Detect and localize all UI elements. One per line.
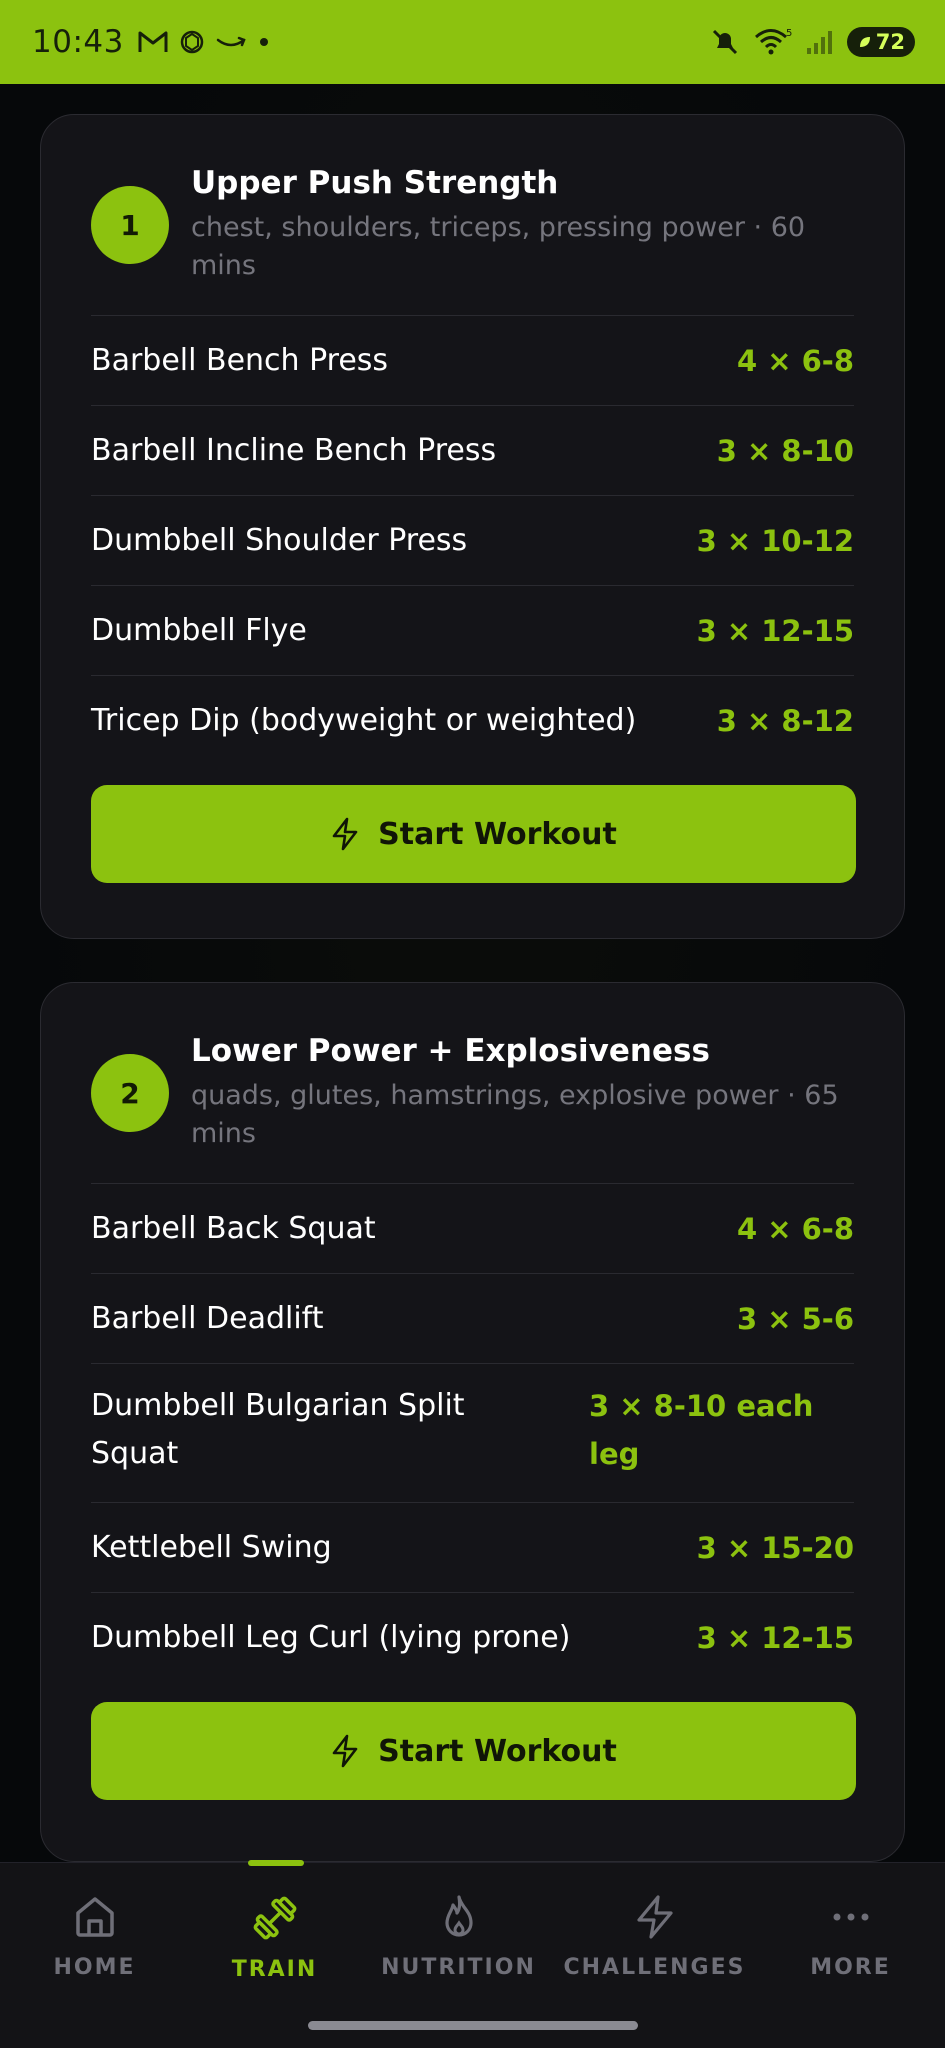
battery-level: 72: [875, 30, 905, 54]
exercise-name: Barbell Bench Press: [91, 342, 389, 378]
nav-item-challenges[interactable]: CHALLENGES: [560, 1863, 749, 2013]
exercise-row[interactable]: Dumbbell Bulgarian Split Squat 3 × 8-10 …: [91, 1363, 854, 1502]
home-icon: [75, 1897, 114, 1937]
more-icon: [833, 1913, 868, 1921]
exercise-sets: 3 × 8-10 each leg: [589, 1389, 814, 1471]
nav-item-train[interactable]: TRAIN: [180, 1863, 369, 2013]
workout-title: Lower Power + Explosiveness: [191, 1033, 710, 1069]
lightning-icon: [332, 817, 358, 851]
nav-item-home[interactable]: HOME: [0, 1863, 189, 2013]
exercise-row[interactable]: Barbell Deadlift 3 × 5-6: [91, 1273, 854, 1363]
exercise-sets: 3 × 8-10: [716, 433, 854, 468]
start-workout-label: Start Workout: [378, 816, 617, 852]
status-left: 10:43: [32, 24, 272, 60]
active-tab-indicator: [248, 1860, 304, 1866]
day-number-badge: 1: [91, 186, 169, 264]
exercise-row[interactable]: Dumbbell Leg Curl (lying prone) 3 × 12-1…: [91, 1592, 854, 1682]
battery-saver-icon: [859, 37, 870, 47]
exercise-row[interactable]: Barbell Bench Press 4 × 6-8: [91, 315, 854, 405]
nav-label-train: TRAIN: [231, 1957, 318, 1982]
status-right: 5 72: [709, 26, 915, 58]
exercise-sets: 3 × 10-12: [696, 523, 854, 558]
workout-header: 1 Upper Push Strength chest, shoulders, …: [91, 115, 854, 315]
start-workout-label: Start Workout: [378, 1733, 617, 1769]
workout-titles: Upper Push Strength chest, shoulders, tr…: [191, 165, 854, 285]
exercise-name: Kettlebell Swing: [91, 1529, 332, 1565]
exercise-sets: 3 × 8-12: [716, 703, 854, 738]
exercise-row[interactable]: Dumbbell Shoulder Press 3 × 10-12: [91, 495, 854, 585]
nav-label-more: MORE: [810, 1955, 891, 1980]
exercise-row[interactable]: Dumbbell Flye 3 × 12-15: [91, 585, 854, 675]
nav-label-nutrition: NUTRITION: [381, 1955, 536, 1980]
amazon-icon: [216, 36, 246, 47]
flame-icon: [444, 1895, 473, 1937]
exercise-name: Tricep Dip (bodyweight or weighted): [91, 702, 637, 738]
notification-icons: [138, 28, 272, 56]
workout-card: 1 Upper Push Strength chest, shoulders, …: [40, 114, 905, 939]
exercise-name: Barbell Deadlift: [91, 1300, 324, 1336]
status-time: 10:43: [32, 24, 124, 60]
exercise-row[interactable]: Barbell Incline Bench Press 3 × 8-10: [91, 405, 854, 495]
exercise-name: Dumbbell Flye: [91, 612, 307, 648]
lightning-icon: [332, 1734, 358, 1768]
start-workout-button[interactable]: Start Workout: [91, 785, 856, 883]
status-bar: 10:43 5 72: [0, 0, 945, 84]
battery-indicator: 72: [846, 27, 915, 57]
exercise-sets: 3 × 12-15: [696, 1620, 854, 1655]
nav-label-home: HOME: [53, 1955, 136, 1980]
workout-subtitle: chest, shoulders, triceps, pressing powe…: [191, 212, 806, 281]
svg-text:5: 5: [786, 28, 792, 39]
exercise-row[interactable]: Barbell Back Squat 4 × 6-8: [91, 1183, 854, 1273]
nav-item-more[interactable]: MORE: [756, 1863, 945, 2013]
exercise-name: Dumbbell Shoulder Press: [91, 522, 468, 558]
exercise-row[interactable]: Kettlebell Swing 3 × 15-20: [91, 1502, 854, 1592]
exercise-name: Barbell Incline Bench Press: [91, 432, 497, 468]
workout-titles: Lower Power + Explosiveness quads, glute…: [191, 1033, 854, 1153]
start-workout-button[interactable]: Start Workout: [91, 1702, 856, 1800]
exercise-sets: 3 × 15-20: [696, 1530, 854, 1565]
workout-title: Upper Push Strength: [191, 165, 559, 201]
gmail-icon: [138, 31, 168, 52]
lightning-icon: [636, 1895, 673, 1939]
chatgpt-icon: [180, 30, 204, 54]
dot-icon: [259, 38, 268, 46]
exercise-name: Dumbbell Leg Curl (lying prone): [91, 1619, 571, 1655]
exercise-sets: 3 × 12-15: [696, 613, 854, 648]
day-number-badge: 2: [91, 1054, 169, 1132]
exercise-sets: 3 × 5-6: [736, 1301, 854, 1336]
wifi-icon: 5: [754, 28, 792, 55]
exercise-sets: 4 × 6-8: [736, 343, 854, 378]
mute-icon: [712, 29, 737, 55]
home-gesture-handle[interactable]: [308, 2021, 638, 2030]
workout-card: 2 Lower Power + Explosiveness quads, glu…: [40, 982, 905, 1862]
workout-list[interactable]: 1 Upper Push Strength chest, shoulders, …: [0, 84, 945, 1862]
exercise-sets: 4 × 6-8: [736, 1211, 854, 1246]
exercise-name: Dumbbell Bulgarian Split Squat: [91, 1388, 465, 1471]
exercise-name: Barbell Back Squat: [91, 1210, 376, 1246]
exercise-row[interactable]: Tricep Dip (bodyweight or weighted) 3 × …: [91, 675, 854, 765]
dumbbell-icon: [253, 1896, 296, 1940]
nav-item-nutrition[interactable]: NUTRITION: [364, 1863, 553, 2013]
workout-subtitle: quads, glutes, hamstrings, explosive pow…: [191, 1080, 839, 1149]
workout-header: 2 Lower Power + Explosiveness quads, glu…: [91, 983, 854, 1183]
nav-label-challenges: CHALLENGES: [563, 1955, 746, 1980]
signal-icon: [806, 31, 832, 54]
